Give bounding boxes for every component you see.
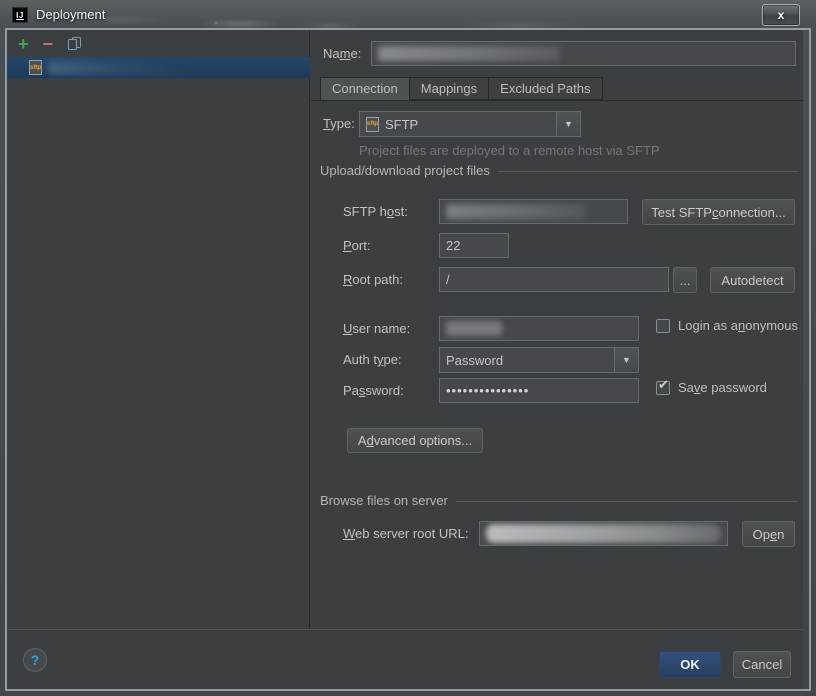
tab-excluded-paths[interactable]: Excluded Paths: [488, 77, 603, 100]
section-upload-download: Upload/download project files: [320, 163, 798, 178]
root-path-input[interactable]: /: [439, 267, 669, 292]
server-list-panel: + − sftp: [7, 30, 310, 629]
ellipsis-icon: ...: [679, 272, 691, 288]
section-divider: [455, 501, 798, 502]
root-path-label: Root path:: [343, 272, 403, 287]
password-masked-value: •••••••••••••••: [446, 383, 530, 398]
type-dropdown-arrow-icon[interactable]: ▼: [556, 112, 580, 136]
sftp-host-input[interactable]: [439, 199, 628, 224]
user-name-label: User name:: [343, 321, 411, 336]
type-value: SFTP: [385, 116, 419, 132]
type-hint: Project files are deployed to a remote h…: [359, 143, 660, 158]
password-label: Password:: [343, 383, 404, 398]
advanced-options-button[interactable]: Ad vanced options...: [347, 428, 483, 453]
root-path-value: /: [446, 272, 450, 287]
user-name-input[interactable]: [439, 316, 639, 341]
section-browse-files: Browse files on server: [320, 493, 798, 508]
name-value-redacted: [378, 46, 560, 61]
close-button[interactable]: x: [762, 4, 800, 26]
sftp-host-redacted: [446, 204, 586, 219]
section-divider: [497, 171, 798, 172]
web-url-input[interactable]: [479, 521, 728, 546]
tab-connection[interactable]: Connection: [320, 77, 410, 101]
tab-mappings[interactable]: Mappings: [408, 77, 490, 100]
open-button[interactable]: Op e n: [742, 521, 795, 547]
auth-type-dropdown-arrow-icon[interactable]: ▼: [614, 348, 638, 372]
copy-server-icon[interactable]: [67, 36, 82, 51]
web-url-label: Web server root URL:: [343, 526, 469, 541]
auth-type-label: Auth type:: [343, 352, 402, 367]
help-button[interactable]: ?: [23, 648, 47, 672]
password-input[interactable]: •••••••••••••••: [439, 378, 639, 403]
check-icon: ✔: [658, 376, 669, 392]
auth-type-dropdown[interactable]: Password ▼: [439, 347, 639, 373]
sftp-server-icon: sftp: [29, 60, 42, 75]
deployment-dialog-window: IJ Deployment x + − sftp Name: Connectio…: [0, 0, 816, 696]
save-password-label: Save password: [678, 380, 767, 395]
titlebar[interactable]: IJ Deployment x: [0, 0, 816, 30]
settings-tabs: Connection Mappings Excluded Paths: [320, 77, 603, 101]
cancel-button[interactable]: Cancel: [733, 651, 791, 678]
login-anonymous-checkbox[interactable]: ✔ Login as anonymous: [656, 318, 798, 333]
server-list-item-selected[interactable]: sftp: [7, 57, 310, 78]
server-list-toolbar: + −: [7, 30, 309, 57]
sftp-type-icon: sftp: [366, 116, 379, 132]
autodetect-button[interactable]: Autodetect: [710, 267, 795, 293]
web-url-redacted: [486, 524, 721, 543]
auth-type-value: Password: [446, 352, 504, 368]
checkbox-box[interactable]: ✔: [656, 318, 670, 333]
save-password-checkbox[interactable]: ✔ Save password: [656, 377, 767, 395]
root-path-browse-button[interactable]: ...: [673, 267, 697, 293]
type-label: Type:: [323, 116, 355, 131]
sftp-host-label: SFTP host:: [343, 204, 408, 219]
remove-server-icon[interactable]: −: [43, 35, 54, 53]
add-server-icon[interactable]: +: [18, 35, 29, 53]
dialog-footer: ? OK Cancel: [7, 629, 803, 689]
connection-form: Name: Connection Mappings Excluded Paths…: [311, 30, 803, 629]
checkbox-box[interactable]: ✔: [656, 377, 670, 395]
test-sftp-connection-button[interactable]: Test SFTP c onnection...: [642, 199, 795, 225]
window-title: Deployment: [36, 7, 106, 22]
type-dropdown[interactable]: sftp SFTP ▼: [359, 111, 581, 137]
name-label: Name:: [323, 46, 362, 61]
intellij-logo-icon: IJ: [12, 7, 28, 23]
server-name-redacted: [48, 60, 186, 75]
port-label: Port:: [343, 238, 371, 253]
close-icon: x: [777, 8, 785, 22]
help-icon: ?: [30, 652, 40, 668]
port-input[interactable]: 22: [439, 233, 509, 258]
login-anonymous-label: Login as anonymous: [678, 318, 798, 333]
port-value: 22: [446, 238, 461, 253]
user-name-redacted: [446, 321, 502, 336]
name-input[interactable]: [371, 41, 796, 66]
ok-button[interactable]: OK: [659, 651, 721, 678]
dialog-body: + − sftp Name: Connection Mappings Exclu…: [7, 30, 803, 689]
